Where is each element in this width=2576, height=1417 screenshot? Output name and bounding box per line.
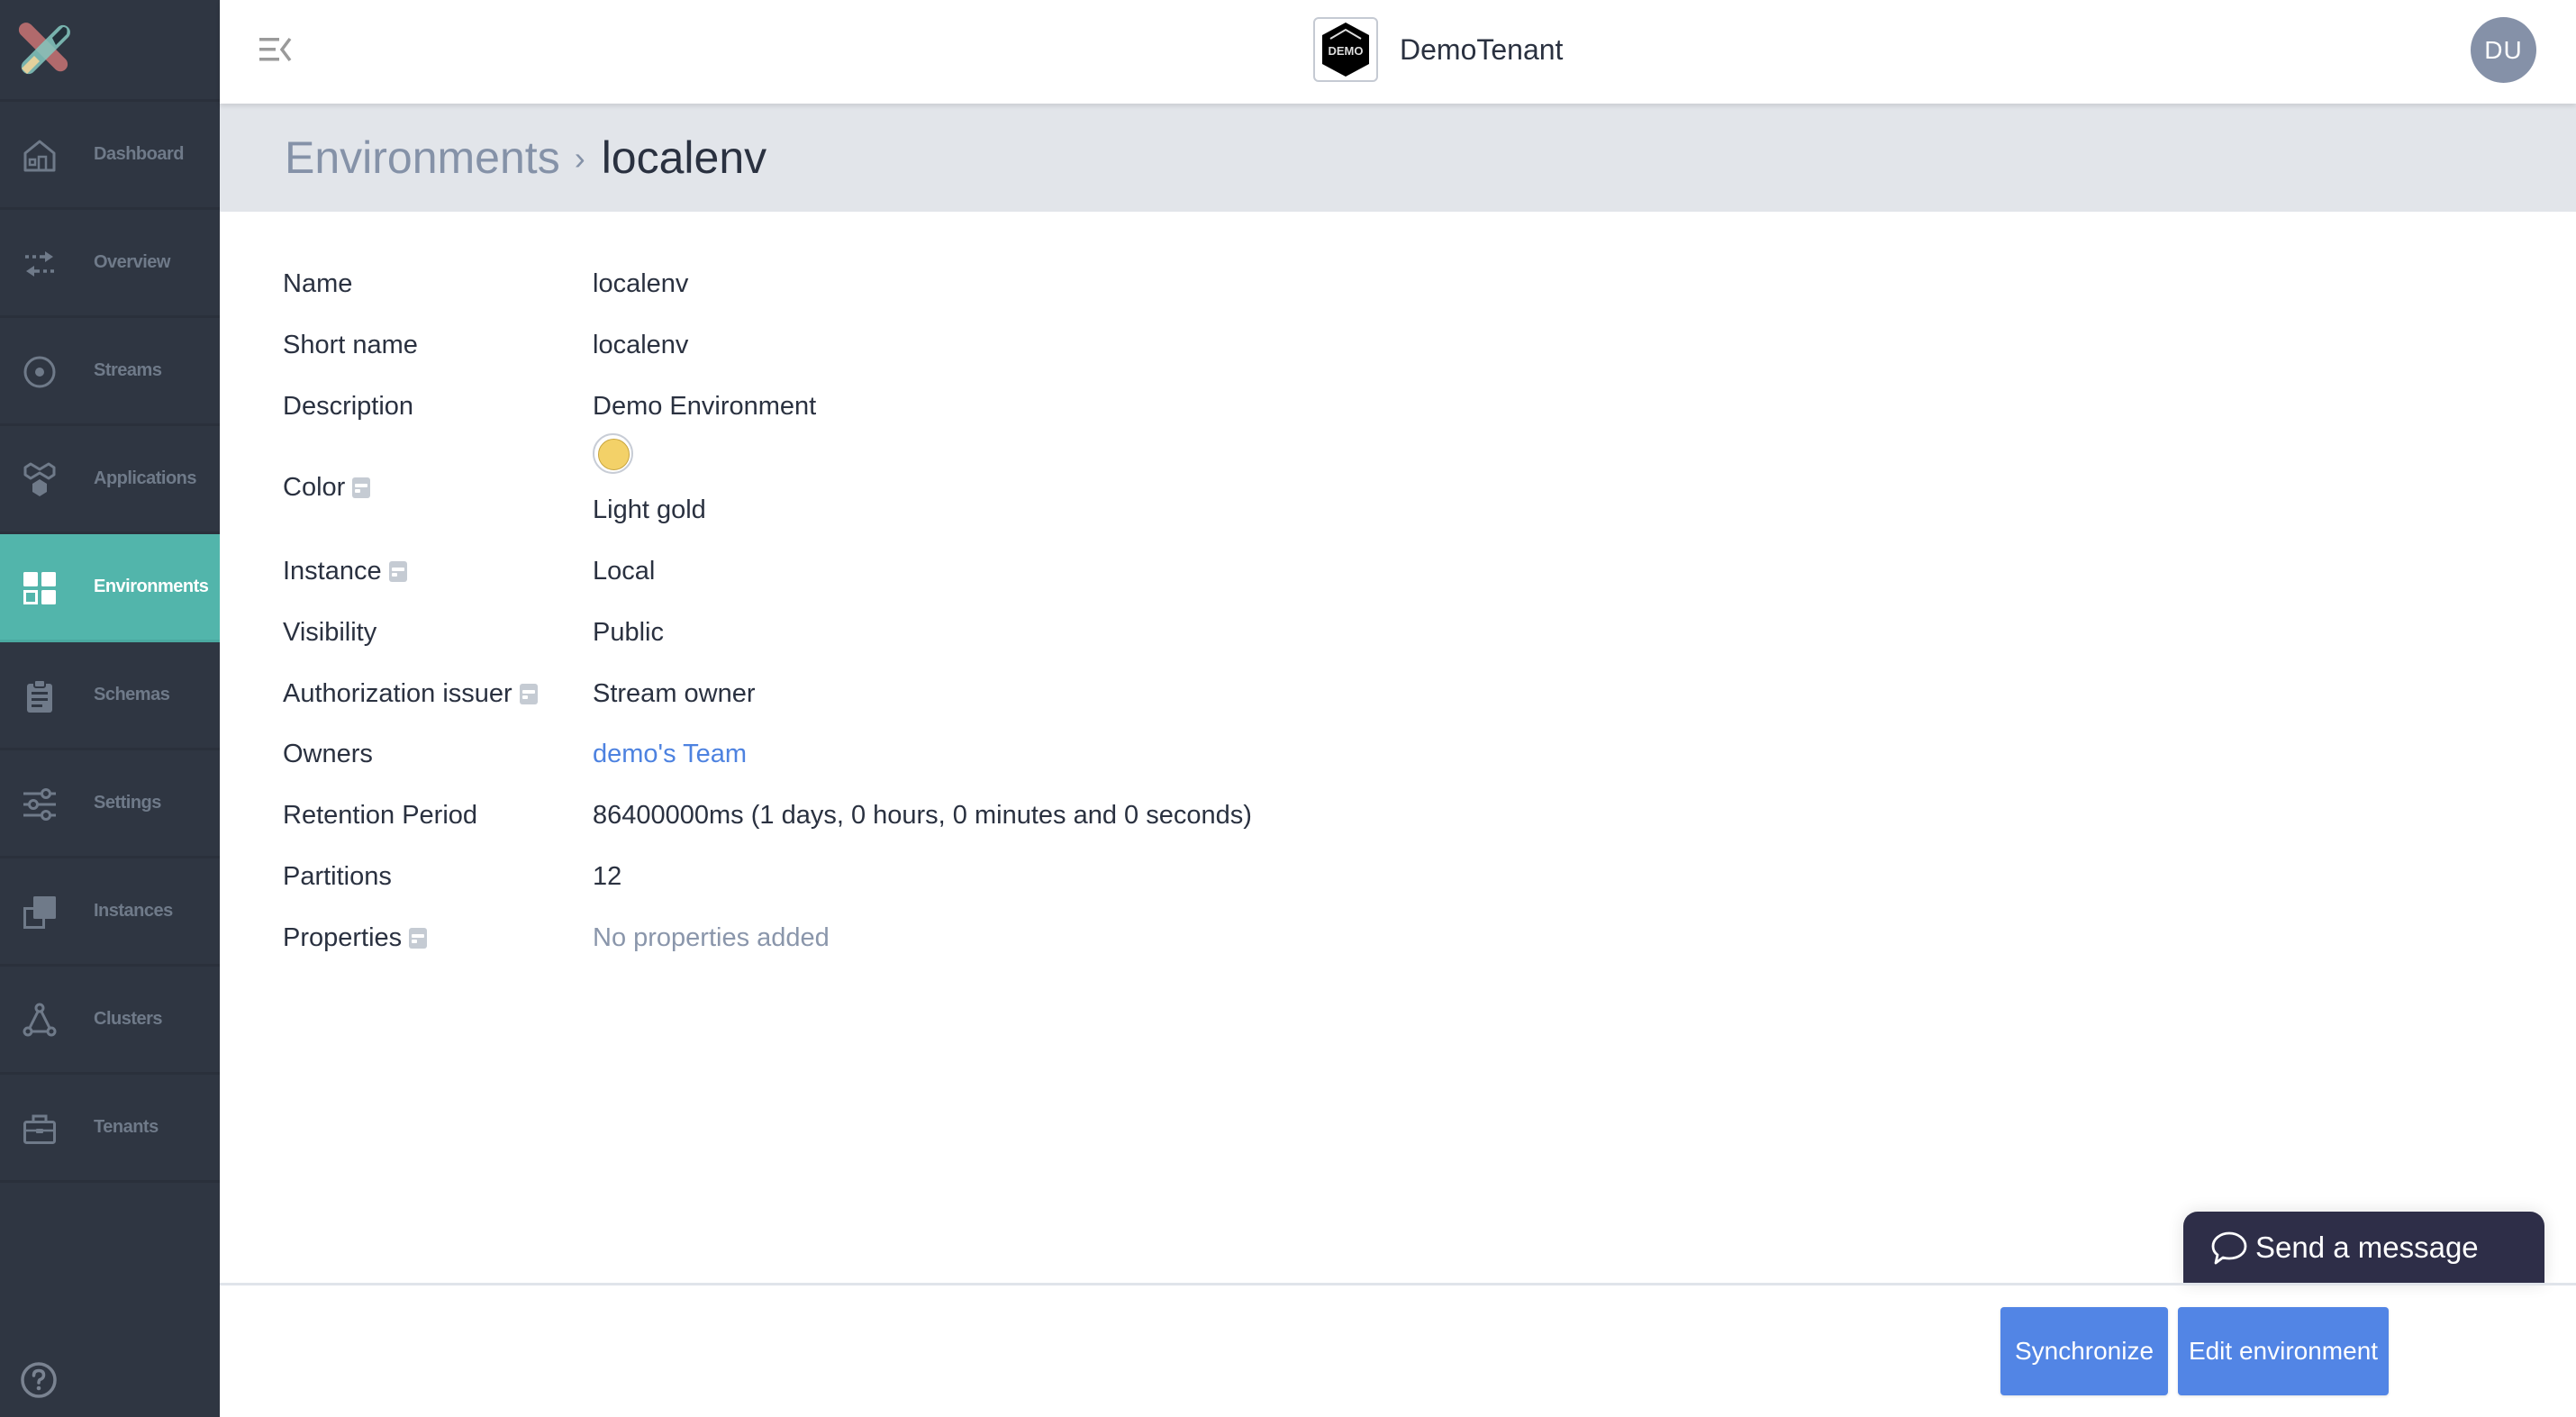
- chat-bubble-icon: [2211, 1231, 2247, 1265]
- sidebar-item-streams[interactable]: Streams: [0, 318, 220, 426]
- breadcrumb: Environments › localenv: [285, 104, 766, 212]
- sidebar-item-schemas[interactable]: Schemas: [0, 642, 220, 750]
- sidebar: Dashboard Overview Streams Applications: [0, 0, 220, 1417]
- sidebar-item-label: Schemas: [94, 685, 170, 704]
- breadcrumb-environments-link[interactable]: Environments: [285, 132, 560, 183]
- detail-label: Short name: [283, 331, 418, 359]
- detail-value: Stream owner: [593, 679, 756, 708]
- sidebar-item-settings[interactable]: Settings: [0, 750, 220, 858]
- app-logo[interactable]: [0, 0, 220, 102]
- detail-value: Local: [593, 557, 656, 586]
- detail-value: localenv: [593, 331, 689, 359]
- color-swatch: [593, 433, 633, 474]
- info-icon[interactable]: [409, 928, 428, 949]
- send-message-label: Send a message: [2255, 1231, 2479, 1264]
- detail-value: Demo Environment: [593, 392, 817, 421]
- detail-label-wrap: Color: [283, 473, 371, 503]
- tenant-name[interactable]: DemoTenant: [1400, 0, 1563, 99]
- breadcrumb-bar: Environments › localenv: [220, 104, 2576, 212]
- detail-value: Public: [593, 618, 664, 647]
- clipboard-icon: [27, 679, 52, 713]
- detail-label: Properties: [283, 923, 403, 952]
- detail-label: Partitions: [283, 862, 392, 891]
- detail-value: 86400000ms (1 days, 0 hours, 0 minutes a…: [593, 801, 1252, 830]
- detail-label-wrap: Properties: [283, 923, 428, 953]
- briefcase-icon: [23, 1114, 56, 1144]
- svg-text:DEMO: DEMO: [1329, 44, 1364, 58]
- detail-label: Owners: [283, 740, 373, 768]
- sidebar-item-label: Settings: [94, 793, 161, 813]
- collapse-menu-icon[interactable]: [259, 36, 292, 63]
- sidebar-item-label: Overview: [94, 252, 170, 272]
- instances-icon: [23, 896, 56, 929]
- detail-value: localenv: [593, 269, 689, 298]
- sidebar-item-label: Streams: [94, 360, 162, 380]
- cluster-triangle-icon: [23, 1003, 57, 1037]
- sidebar-item-label: Dashboard: [94, 144, 184, 164]
- detail-label: Color: [283, 473, 346, 502]
- help-circle-icon[interactable]: [20, 1361, 58, 1399]
- radio-target-icon: [23, 356, 56, 388]
- detail-value: No properties added: [593, 923, 830, 952]
- top-header: DEMO DemoTenant DU: [220, 0, 2576, 104]
- detail-value: 12: [593, 862, 622, 891]
- sidebar-item-label: Instances: [94, 901, 173, 921]
- sidebar-item-overview[interactable]: Overview: [0, 210, 220, 318]
- send-message-widget[interactable]: Send a message: [2183, 1212, 2544, 1284]
- edit-environment-button[interactable]: Edit environment: [2178, 1307, 2389, 1395]
- detail-label: Retention Period: [283, 801, 478, 830]
- info-icon[interactable]: [388, 561, 407, 582]
- footer-divider: [220, 1283, 2576, 1285]
- arrows-exchange-icon: [25, 251, 54, 277]
- detail-label: Visibility: [283, 618, 377, 647]
- sidebar-item-label: Applications: [94, 468, 197, 488]
- user-avatar[interactable]: DU: [2471, 17, 2536, 83]
- detail-label: Name: [283, 269, 353, 298]
- sidebar-item-applications[interactable]: Applications: [0, 426, 220, 534]
- detail-label: Instance: [283, 557, 382, 586]
- detail-label: Authorization issuer: [283, 679, 512, 708]
- chevron-right-icon: ›: [574, 140, 585, 177]
- owners-team-link[interactable]: demo's Team: [593, 740, 747, 769]
- info-icon[interactable]: [352, 477, 371, 498]
- tenant-logo: DEMO: [1313, 17, 1378, 82]
- detail-label: Description: [283, 392, 414, 421]
- sliders-icon: [23, 788, 56, 821]
- sidebar-item-label: Tenants: [94, 1117, 159, 1137]
- sidebar-item-label: Clusters: [94, 1009, 163, 1029]
- tenant-logo-icon: DEMO: [1322, 23, 1369, 77]
- sidebar-item-label: Environments: [94, 577, 209, 596]
- sidebar-item-environments[interactable]: Environments: [0, 534, 220, 642]
- info-icon[interactable]: [519, 684, 538, 704]
- detail-value: Light gold: [593, 495, 706, 524]
- sidebar-item-instances[interactable]: Instances: [0, 858, 220, 967]
- detail-label-wrap: Instance: [283, 557, 407, 586]
- detail-label-wrap: Authorization issuer: [283, 679, 538, 709]
- sidebar-item-tenants[interactable]: Tenants: [0, 1075, 220, 1183]
- sidebar-item-dashboard[interactable]: Dashboard: [0, 102, 220, 210]
- breadcrumb-current: localenv: [601, 132, 767, 183]
- synchronize-button[interactable]: Synchronize: [2000, 1307, 2168, 1395]
- applications-icon: [23, 462, 56, 496]
- app-logo-icon: [18, 23, 70, 75]
- home-icon: [23, 140, 56, 172]
- grid-icon: [23, 572, 56, 604]
- sidebar-item-clusters[interactable]: Clusters: [0, 967, 220, 1075]
